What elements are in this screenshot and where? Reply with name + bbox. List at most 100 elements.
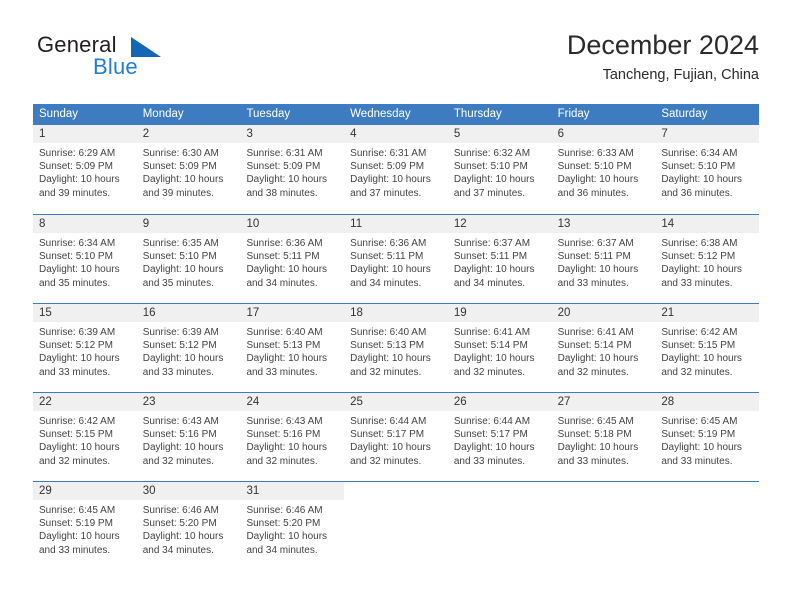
calendar-day-cell[interactable]: 28 Sunrise: 6:45 AM Sunset: 5:19 PM Dayligh… [655,393,760,481]
sunrise-text: Sunrise: 6:42 AM [39,416,116,427]
day-number: 30 [136,482,241,500]
weekday-header-wednesday: Wednesday [350,108,411,120]
sunset-text: Sunset: 5:17 PM [350,429,425,441]
weekday-header-tuesday: Tuesday [246,108,291,120]
calendar-day-cell[interactable]: 16 Sunrise: 6:39 AM Sunset: 5:12 PM Dayligh… [136,304,241,392]
sunrise-text: Sunrise: 6:44 AM [350,416,427,427]
daylight-text-line2: and 39 minutes. [39,187,111,199]
calendar-day-cell[interactable]: 4 Sunrise: 6:31 AM Sunset: 5:09 PM Daylight… [344,125,448,214]
calendar-day-cell[interactable]: 21 Sunrise: 6:42 AM Sunset: 5:15 PM Dayligh… [655,304,760,392]
sunrise-text: Sunrise: 6:40 AM [246,327,323,338]
daylight-text-line2: and 33 minutes. [39,366,111,378]
daylight-text-line2: and 33 minutes. [39,544,111,556]
sunrise-text: Sunrise: 6:40 AM [350,327,427,338]
calendar-day-cell[interactable]: 17 Sunrise: 6:40 AM Sunset: 5:13 PM Dayligh… [240,304,345,392]
daylight-text-line1: Daylight: 10 hours [350,353,431,365]
day-number: 21 [655,304,760,322]
calendar-day-cell[interactable]: 2 Sunrise: 6:30 AM Sunset: 5:09 PM Daylight… [136,125,241,214]
calendar-day-cell[interactable]: 13 Sunrise: 6:37 AM Sunset: 5:11 PM Dayligh… [551,215,656,303]
day-number: 18 [344,304,448,322]
day-details: Sunrise: 6:46 AM Sunset: 5:20 PM Daylight:… [137,500,241,557]
sunrise-text: Sunrise: 6:39 AM [39,327,116,338]
day-details: Sunrise: 6:32 AM Sunset: 5:10 PM Daylight:… [448,143,552,200]
weekday-header-friday: Friday [557,108,590,120]
calendar-day-cell-empty [447,482,552,570]
calendar-day-cell[interactable]: 20 Sunrise: 6:41 AM Sunset: 5:14 PM Dayligh… [551,304,656,392]
calendar-weeks: 1 Sunrise: 6:29 AM Sunset: 5:09 PM Daylight… [33,125,760,570]
daylight-text-line2: and 36 minutes. [557,187,629,199]
calendar-day-cell[interactable]: 7 Sunrise: 6:34 AM Sunset: 5:10 PM Daylight… [655,125,760,214]
daylight-text-line2: and 34 minutes. [350,277,422,289]
calendar-day-cell[interactable]: 11 Sunrise: 6:36 AM Sunset: 5:11 PM Dayligh… [344,215,448,303]
calendar-day-cell[interactable]: 3 Sunrise: 6:31 AM Sunset: 5:09 PM Daylight… [240,125,345,214]
calendar-day-cell[interactable]: 26 Sunrise: 6:44 AM Sunset: 5:17 PM Dayligh… [447,393,552,481]
sunset-text: Sunset: 5:12 PM [142,340,217,352]
calendar-day-cell-empty [655,482,760,570]
daylight-text-line1: Daylight: 10 hours [246,174,328,186]
calendar-day-cell[interactable]: 14 Sunrise: 6:38 AM Sunset: 5:12 PM Dayligh… [655,215,760,303]
daylight-text-line1: Daylight: 10 hours [39,531,120,543]
calendar-day-cell[interactable]: 1 Sunrise: 6:29 AM Sunset: 5:09 PM Daylight… [33,125,137,214]
sunrise-text: Sunrise: 6:36 AM [246,238,323,249]
sunset-text: Sunset: 5:13 PM [246,340,321,352]
calendar-day-cell[interactable]: 9 Sunrise: 6:35 AM Sunset: 5:10 PM Daylight… [136,215,241,303]
general-blue-logo[interactable]: General Blue [33,32,253,92]
calendar-day-cell[interactable]: 31 Sunrise: 6:46 AM Sunset: 5:20 PM Dayligh… [240,482,345,570]
calendar-day-cell[interactable]: 25 Sunrise: 6:44 AM Sunset: 5:17 PM Dayligh… [344,393,448,481]
sunrise-text: Sunrise: 6:31 AM [350,148,427,159]
sunset-text: Sunset: 5:20 PM [246,518,321,530]
weekday-header-thursday: Thursday [453,108,502,120]
calendar-day-cell[interactable]: 10 Sunrise: 6:36 AM Sunset: 5:11 PM Dayligh… [240,215,345,303]
day-details [448,500,552,504]
daylight-text-line1: Daylight: 10 hours [142,353,224,365]
day-number: 24 [240,393,345,411]
day-details: Sunrise: 6:44 AM Sunset: 5:17 PM Daylight:… [448,411,552,468]
day-details: Sunrise: 6:40 AM Sunset: 5:13 PM Daylight:… [344,322,448,379]
day-details: Sunrise: 6:36 AM Sunset: 5:11 PM Daylight:… [344,233,448,290]
daylight-text-line1: Daylight: 10 hours [453,174,535,186]
calendar-table: Sunday Monday Tuesday Wednesday Thursday… [33,104,760,570]
day-number: 5 [447,125,552,143]
calendar-day-cell[interactable]: 12 Sunrise: 6:37 AM Sunset: 5:11 PM Dayligh… [447,215,552,303]
sunset-text: Sunset: 5:09 PM [142,161,217,173]
day-details: Sunrise: 6:31 AM Sunset: 5:09 PM Daylight:… [344,143,448,200]
day-number: 10 [240,215,345,233]
calendar-day-cell[interactable]: 22 Sunrise: 6:42 AM Sunset: 5:15 PM Dayligh… [33,393,137,481]
calendar-day-cell[interactable]: 8 Sunrise: 6:34 AM Sunset: 5:10 PM Daylight… [33,215,137,303]
daylight-text-line2: and 36 minutes. [661,187,733,199]
sunrise-text: Sunrise: 6:45 AM [661,416,738,427]
calendar-day-cell[interactable]: 23 Sunrise: 6:43 AM Sunset: 5:16 PM Dayligh… [136,393,241,481]
daylight-text-line2: and 32 minutes. [350,455,422,467]
sunset-text: Sunset: 5:12 PM [661,251,736,263]
sunset-text: Sunset: 5:10 PM [661,161,736,173]
page-header: General Blue December 2024 Tancheng, Fuj… [33,28,759,98]
sunrise-text: Sunrise: 6:42 AM [661,327,738,338]
day-number: 27 [551,393,656,411]
daylight-text-line1: Daylight: 10 hours [39,174,120,186]
calendar-page: General Blue December 2024 Tancheng, Fuj… [0,0,792,612]
day-number: 20 [551,304,656,322]
daylight-text-line2: and 32 minutes. [246,455,318,467]
day-details: Sunrise: 6:35 AM Sunset: 5:10 PM Daylight:… [137,233,241,290]
calendar-day-cell[interactable]: 30 Sunrise: 6:46 AM Sunset: 5:20 PM Dayligh… [136,482,241,570]
calendar-day-cell[interactable]: 15 Sunrise: 6:39 AM Sunset: 5:12 PM Dayligh… [33,304,137,392]
calendar-day-cell[interactable]: 29 Sunrise: 6:45 AM Sunset: 5:19 PM Dayligh… [33,482,137,570]
calendar-week-row: 22 Sunrise: 6:42 AM Sunset: 5:15 PM Dayligh… [33,392,760,481]
calendar-week-row: 1 Sunrise: 6:29 AM Sunset: 5:09 PM Daylight… [33,125,760,214]
day-details: Sunrise: 6:34 AM Sunset: 5:10 PM Daylight:… [655,143,759,200]
calendar-day-cell[interactable]: 24 Sunrise: 6:43 AM Sunset: 5:16 PM Dayligh… [240,393,345,481]
calendar-day-cell[interactable]: 5 Sunrise: 6:32 AM Sunset: 5:10 PM Daylight… [447,125,552,214]
sunrise-text: Sunrise: 6:46 AM [142,505,219,516]
day-number: 13 [551,215,656,233]
day-number: 4 [344,125,448,143]
calendar-day-cell[interactable]: 27 Sunrise: 6:45 AM Sunset: 5:18 PM Dayligh… [551,393,656,481]
daylight-text-line2: and 33 minutes. [661,455,733,467]
daylight-text-line1: Daylight: 10 hours [453,264,535,276]
calendar-day-cell[interactable]: 6 Sunrise: 6:33 AM Sunset: 5:10 PM Daylight… [551,125,656,214]
calendar-day-cell[interactable]: 18 Sunrise: 6:40 AM Sunset: 5:13 PM Dayligh… [344,304,448,392]
calendar-day-cell[interactable]: 19 Sunrise: 6:41 AM Sunset: 5:14 PM Dayligh… [447,304,552,392]
day-number: 2 [136,125,241,143]
day-details: Sunrise: 6:45 AM Sunset: 5:18 PM Daylight:… [552,411,656,468]
day-details [344,500,448,504]
weekday-header-saturday: Saturday [661,108,708,120]
